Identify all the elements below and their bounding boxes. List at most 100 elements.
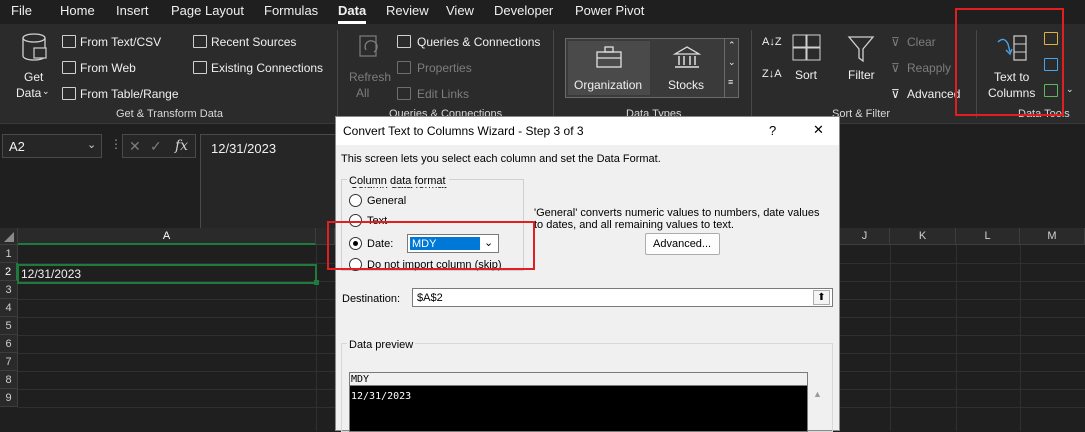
menu-formulas[interactable]: Formulas bbox=[264, 3, 318, 18]
formula-input[interactable]: 12/31/2023 bbox=[200, 134, 340, 230]
menu-page-layout[interactable]: Page Layout bbox=[171, 3, 244, 18]
row-header[interactable]: 9 bbox=[0, 389, 18, 407]
convert-text-wizard-dialog: Convert Text to Columns Wizard - Step 3 … bbox=[327, 116, 840, 432]
gallery-scroll[interactable]: ⌃ ⌄ ≡ bbox=[724, 39, 738, 97]
dialog-title: Convert Text to Columns Wizard - Step 3 … bbox=[343, 124, 584, 138]
from-text-csv-button[interactable]: From Text/CSV bbox=[62, 34, 182, 52]
chevron-down-icon: ⌄ bbox=[1066, 84, 1074, 94]
briefcase-icon bbox=[596, 46, 622, 68]
get-data-button[interactable]: Get Data ⌄ bbox=[12, 30, 56, 102]
chevron-down-icon: ⌄ bbox=[42, 86, 50, 96]
advanced-filter-button[interactable]: ⊽ Advanced bbox=[891, 86, 965, 104]
format-description-1: 'General' converts numeric values to num… bbox=[534, 207, 820, 219]
highlight-box bbox=[327, 221, 535, 270]
column-header-j[interactable]: J bbox=[840, 228, 890, 245]
row-header[interactable]: 3 bbox=[0, 281, 18, 299]
grid-line bbox=[890, 245, 891, 431]
filter-button[interactable]: Filter bbox=[843, 32, 877, 102]
from-web-button[interactable]: From Web bbox=[62, 60, 182, 78]
chevron-down-icon: ⌄ bbox=[87, 139, 97, 151]
column-header-l[interactable]: L bbox=[956, 228, 1020, 245]
sort-descending-icon: Z↓A bbox=[762, 68, 782, 80]
organization-button[interactable]: Organization bbox=[568, 41, 650, 95]
stocks-button[interactable]: Stocks bbox=[656, 41, 720, 95]
filter-icon bbox=[847, 36, 875, 63]
row-header[interactable]: 6 bbox=[0, 335, 18, 353]
from-table-range-button[interactable]: From Table/Range bbox=[62, 86, 182, 104]
sort-label: Sort bbox=[795, 68, 818, 82]
destination-input[interactable]: $A$2 ⬆ bbox=[412, 288, 833, 307]
menu-data[interactable]: Data bbox=[338, 3, 366, 18]
formula-value: 12/31/2023 bbox=[211, 141, 277, 156]
edit-links-button[interactable]: Edit Links bbox=[397, 86, 497, 104]
enter-icon[interactable]: ✓ bbox=[150, 138, 162, 155]
column-header-a[interactable]: A bbox=[18, 228, 316, 245]
row-header[interactable]: 5 bbox=[0, 317, 18, 335]
menu-developer[interactable]: Developer bbox=[494, 3, 553, 18]
row-header[interactable]: 4 bbox=[0, 299, 18, 317]
text-file-icon bbox=[62, 35, 76, 48]
cell-a2[interactable]: 12/31/2023 bbox=[17, 264, 319, 285]
menu-bar: File Home Insert Page Layout Formulas Da… bbox=[0, 0, 1085, 24]
row-header[interactable]: 1 bbox=[0, 245, 18, 263]
dialog-titlebar: Convert Text to Columns Wizard - Step 3 … bbox=[336, 117, 839, 145]
insert-function-icon[interactable]: fx bbox=[175, 138, 188, 154]
cancel-icon[interactable]: ✕ bbox=[129, 138, 141, 155]
properties-button[interactable]: Properties bbox=[397, 60, 497, 78]
sort-az-buttons[interactable]: A↓Z Z↓A bbox=[760, 34, 782, 94]
data-preview-table[interactable]: MDY 12/31/2023 bbox=[349, 372, 808, 432]
clear-label: Clear bbox=[907, 35, 936, 49]
formula-controls: ✕ ✓ fx bbox=[122, 134, 196, 158]
row-header[interactable]: 2 bbox=[0, 263, 18, 281]
bank-icon bbox=[672, 46, 702, 68]
select-all-corner[interactable] bbox=[0, 228, 18, 245]
fill-handle[interactable] bbox=[314, 280, 319, 285]
advanced-button[interactable]: Advanced... bbox=[645, 233, 720, 255]
scroll-up-icon[interactable]: ▲ bbox=[813, 389, 822, 399]
data-preview-label: Data preview bbox=[347, 339, 416, 351]
cell-a2-value: 12/31/2023 bbox=[21, 267, 82, 281]
advanced-filter-icon: ⊽ bbox=[891, 87, 900, 101]
menu-view[interactable]: View bbox=[446, 3, 474, 18]
collapse-dialog-icon[interactable]: ⬆ bbox=[813, 290, 830, 305]
menu-power-pivot[interactable]: Power Pivot bbox=[575, 3, 644, 18]
close-button[interactable]: ✕ bbox=[813, 122, 824, 138]
name-box[interactable]: A2 ⌄ bbox=[2, 134, 102, 158]
get-data-label-2: Data bbox=[16, 86, 42, 100]
row-header[interactable]: 8 bbox=[0, 371, 18, 389]
web-icon bbox=[62, 61, 76, 74]
preview-cell: 12/31/2023 bbox=[351, 391, 412, 402]
format-description-2: to dates, and all remaining values to te… bbox=[534, 219, 734, 231]
menu-review[interactable]: Review bbox=[386, 3, 429, 18]
row-header[interactable]: 7 bbox=[0, 353, 18, 371]
column-header-m[interactable]: M bbox=[1020, 228, 1085, 245]
grid-line bbox=[1020, 245, 1021, 431]
highlight-box bbox=[955, 8, 1064, 116]
preview-column-header: MDY bbox=[351, 374, 370, 385]
filter-label: Filter bbox=[848, 68, 875, 82]
menu-home[interactable]: Home bbox=[60, 3, 95, 18]
queries-connections-label: Queries & Connections bbox=[417, 35, 541, 49]
clear-button[interactable]: ⊽ Clear bbox=[891, 34, 951, 52]
queries-connections-button[interactable]: Queries & Connections bbox=[397, 34, 547, 52]
reapply-button[interactable]: ⊽ Reapply bbox=[891, 60, 955, 78]
recent-sources-button[interactable]: Recent Sources bbox=[193, 34, 323, 52]
stocks-label: Stocks bbox=[668, 78, 705, 92]
radio-general[interactable]: General bbox=[349, 193, 439, 209]
column-header-k[interactable]: K bbox=[890, 228, 956, 245]
menu-insert[interactable]: Insert bbox=[116, 3, 149, 18]
name-box-value: A2 bbox=[9, 139, 25, 154]
get-data-label: Get bbox=[24, 70, 44, 84]
refresh-icon bbox=[359, 35, 378, 57]
menu-file[interactable]: File bbox=[11, 3, 32, 18]
expand-gallery-icon: ≡ bbox=[728, 77, 734, 87]
radio-general-label: General bbox=[367, 195, 407, 207]
existing-connections-button[interactable]: Existing Connections bbox=[193, 60, 328, 78]
clear-filter-icon: ⊽ bbox=[891, 35, 900, 49]
from-text-csv-label: From Text/CSV bbox=[80, 35, 162, 49]
refresh-all-button[interactable]: Refresh All bbox=[346, 30, 391, 102]
sort-button[interactable]: Sort bbox=[790, 32, 824, 102]
help-button[interactable]: ? bbox=[769, 123, 776, 138]
table-icon bbox=[62, 87, 76, 100]
data-types-gallery: Organization Stocks ⌃ ⌄ ≡ bbox=[565, 38, 739, 98]
